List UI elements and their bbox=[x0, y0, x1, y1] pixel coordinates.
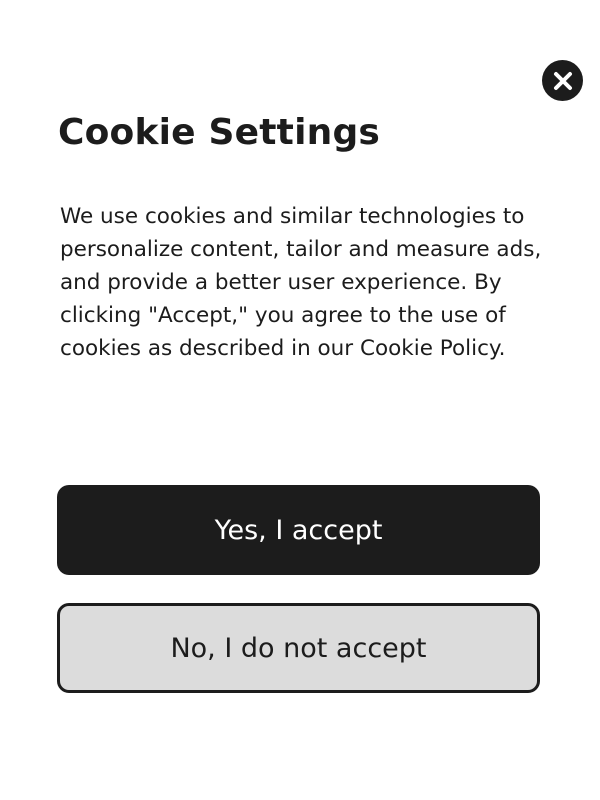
close-icon bbox=[553, 71, 573, 91]
dialog-description: We use cookies and similar technologies … bbox=[60, 204, 542, 361]
accept-button[interactable]: Yes, I accept bbox=[57, 485, 540, 575]
dialog-title: Cookie Settings bbox=[58, 112, 381, 153]
decline-button[interactable]: No, I do not accept bbox=[57, 603, 540, 693]
cookie-settings-dialog: Cookie Settings We use cookies and simil… bbox=[0, 0, 600, 800]
decline-button-label: No, I do not accept bbox=[170, 632, 427, 664]
accept-button-label: Yes, I accept bbox=[214, 514, 383, 546]
close-button[interactable] bbox=[542, 60, 583, 101]
